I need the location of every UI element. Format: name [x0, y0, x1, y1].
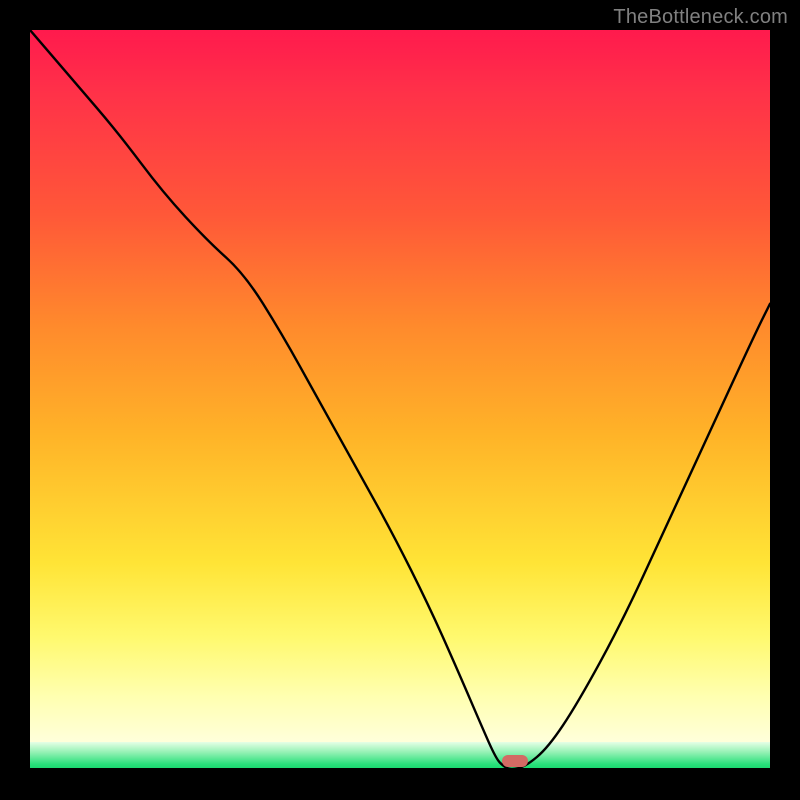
watermark-text: TheBottleneck.com	[613, 6, 788, 29]
plot-area	[30, 30, 770, 770]
bottleneck-curve	[30, 30, 770, 770]
chart-frame: TheBottleneck.com	[0, 0, 800, 800]
valley-marker	[502, 755, 528, 767]
curve-path	[30, 30, 770, 769]
